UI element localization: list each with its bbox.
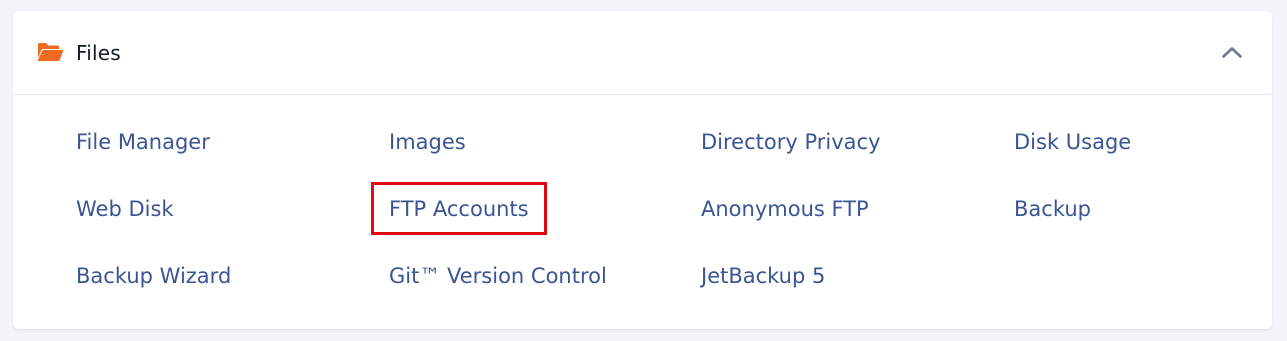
link-disk-usage[interactable]: Disk Usage <box>1014 128 1131 156</box>
link-git-version-control[interactable]: Git™ Version Control <box>389 262 607 290</box>
link-anonymous-ftp[interactable]: Anonymous FTP <box>701 195 869 223</box>
link-backup[interactable]: Backup <box>1014 195 1091 223</box>
link-backup-wizard[interactable]: Backup Wizard <box>76 262 231 290</box>
collapse-toggle-button[interactable] <box>1216 37 1248 67</box>
link-directory-privacy[interactable]: Directory Privacy <box>701 128 881 156</box>
link-jetbackup-5[interactable]: JetBackup 5 <box>701 262 825 290</box>
panel-title: Files <box>76 41 121 65</box>
link-file-manager[interactable]: File Manager <box>76 128 210 156</box>
link-web-disk[interactable]: Web Disk <box>76 195 174 223</box>
files-panel: Files File Manager Images Directory Priv… <box>13 11 1272 329</box>
panel-header[interactable]: Files <box>13 11 1272 95</box>
folder-open-icon <box>37 43 64 61</box>
chevron-up-icon <box>1222 47 1242 58</box>
link-ftp-accounts[interactable]: FTP Accounts <box>389 195 529 223</box>
link-images[interactable]: Images <box>389 128 466 156</box>
